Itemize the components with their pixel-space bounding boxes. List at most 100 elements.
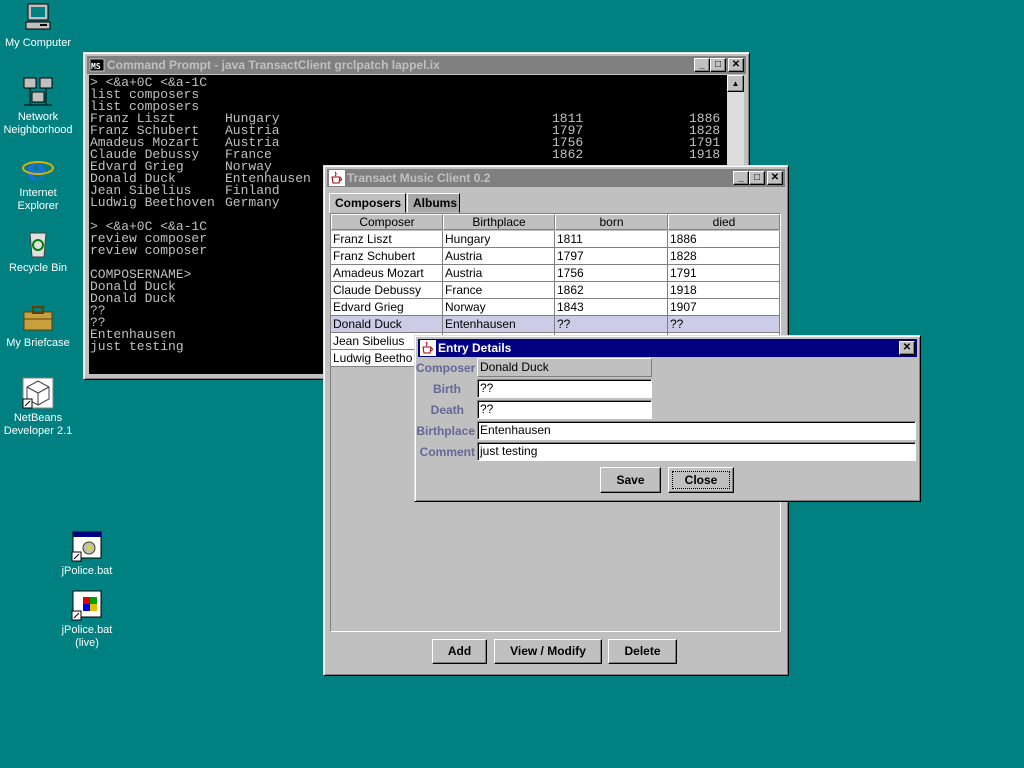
table-cell[interactable]: Hungary [443,231,555,248]
ie-icon: e [22,150,54,188]
table-row[interactable]: Donald Duck Entenhausen???? [331,316,780,333]
batch-file-icon [71,530,103,562]
table-cell[interactable]: France [443,282,555,299]
column-header-composer[interactable]: Composer [331,214,443,230]
table-cell[interactable]: Claude Debussy [331,282,443,299]
maximize-button[interactable]: □ [749,171,765,185]
desktop-icon-label: My Briefcase [6,337,70,349]
console-cell: 1918 [689,147,721,162]
desktop-icon-label: Recycle Bin [8,262,68,274]
table-cell[interactable]: Entenhausen [443,316,555,333]
desktop-icon-network[interactable]: Network Neighborhood [0,76,76,137]
console-cell: Ludwig Beethoven [90,195,215,210]
birthplace-field[interactable]: Entenhausen [477,421,916,440]
table-cell[interactable]: 1797 [555,248,668,265]
save-button[interactable]: Save [600,467,661,493]
composer-label: Composer [416,361,476,375]
column-header-died[interactable]: died [668,214,780,230]
command-prompt-title: Command Prompt - java TransactClient grc… [107,58,440,72]
netbeans-icon [22,377,54,409]
column-header-birthplace[interactable]: Birthplace [443,214,555,230]
desktop-icon-label: Internet Explorer [17,187,59,212]
table-row[interactable]: Edvard Grieg Norway 1843 1907 [331,299,780,316]
desktop-icon-jpolice[interactable]: jPolice.bat [49,530,125,578]
delete-button[interactable]: Delete [608,639,677,664]
table-cell[interactable]: 1828 [668,248,780,265]
svg-text:MS: MS [91,62,101,71]
batch-file-icon [71,589,103,621]
table-row[interactable]: Franz Liszt Hungary 1811 1886 [331,231,780,248]
table-cell[interactable]: Amadeus Mozart [331,265,443,282]
view-modify-button[interactable]: View / Modify [494,639,602,664]
birth-field[interactable]: ?? [477,379,652,398]
table-cell[interactable]: Edvard Grieg [331,299,443,316]
desktop-icon-label: My Computer [4,37,72,49]
comment-label: Comment [419,445,475,459]
birth-label: Birth [433,382,461,396]
birthplace-label: Birthplace [416,424,475,438]
desktop-icon-internet-explorer[interactable]: e Internet Explorer [0,150,76,213]
close-button[interactable]: ✕ [767,171,783,185]
desktop-icon-briefcase[interactable]: My Briefcase [0,302,76,350]
tab-albums[interactable]: Albums [407,193,460,213]
console-line: list composers [90,99,200,114]
network-icon [22,76,54,108]
table-row[interactable]: Claude Debussy France 1862 1918 [331,282,780,299]
recycle-bin-icon [22,227,54,259]
console-line: Claude Debussy France 1862 1918 [90,147,727,162]
add-button[interactable]: Add [432,639,487,664]
music-client-titlebar[interactable]: Transact Music Client 0.2 _ □ ✕ [327,169,785,187]
tab-composers[interactable]: Composers [329,193,406,213]
table-cell[interactable]: 1918 [668,282,780,299]
table-cell[interactable]: Austria [443,265,555,282]
table-cell[interactable]: Austria [443,248,555,265]
table-cell[interactable]: 1756 [555,265,668,282]
desktop-icon-label: Network Neighborhood [3,111,73,136]
table-cell[interactable]: 1791 [668,265,780,282]
composer-field: Donald Duck [477,358,652,377]
console-cell: Germany [225,195,280,210]
entry-details-title: Entry Details [438,341,512,355]
desktop-icon-label: jPolice.bat (live) [61,624,113,649]
table-cell[interactable]: ?? [668,316,780,333]
ms-dos-icon: MS [89,57,105,73]
table-cell[interactable]: 1907 [668,299,780,316]
table-row[interactable]: Franz Schubert Austria 1797 1828 [331,248,780,265]
table-cell[interactable]: 1862 [555,282,668,299]
entry-details-titlebar[interactable]: Entry Details ✕ [418,339,917,357]
minimize-button[interactable]: _ [733,171,749,185]
column-header-born[interactable]: born [555,214,668,230]
maximize-button[interactable]: □ [710,58,726,72]
minimize-button[interactable]: _ [694,58,710,72]
close-button[interactable]: ✕ [728,58,744,72]
table-cell[interactable]: Donald Duck [331,316,443,333]
svg-text:e: e [26,152,46,184]
desktop-icon-label: NetBeans Developer 2.1 [3,412,73,437]
java-cup-icon [329,170,345,186]
desktop-icon-netbeans[interactable]: NetBeans Developer 2.1 [0,377,76,438]
desktop-icon-recycle-bin[interactable]: Recycle Bin [0,227,76,275]
java-cup-icon [420,340,436,356]
comment-field[interactable]: just testing [477,442,916,461]
desktop-icon-my-computer[interactable]: My Computer [0,2,76,50]
console-cell: 1862 [552,147,584,162]
death-label: Death [430,403,464,417]
table-cell[interactable]: Norway [443,299,555,316]
briefcase-icon [22,302,54,334]
music-client-title: Transact Music Client 0.2 [347,171,491,185]
table-cell[interactable]: 1843 [555,299,668,316]
scroll-up-arrow-icon[interactable]: ▲ [727,75,744,92]
command-prompt-titlebar[interactable]: MS Command Prompt - java TransactClient … [87,56,746,74]
desktop-icon-jpolice-live[interactable]: jPolice.bat (live) [49,589,125,650]
death-field[interactable]: ?? [477,400,652,419]
close-dialog-button[interactable]: Close [668,467,734,493]
table-cell[interactable]: ?? [555,316,668,333]
table-cell[interactable]: Franz Liszt [331,231,443,248]
computer-icon [22,2,54,34]
desktop-icon-label: jPolice.bat [61,565,113,577]
close-button[interactable]: ✕ [899,341,915,355]
table-cell[interactable]: 1886 [668,231,780,248]
table-cell[interactable]: Franz Schubert [331,248,443,265]
table-row[interactable]: Amadeus Mozart Austria 1756 1791 [331,265,780,282]
table-cell[interactable]: 1811 [555,231,668,248]
